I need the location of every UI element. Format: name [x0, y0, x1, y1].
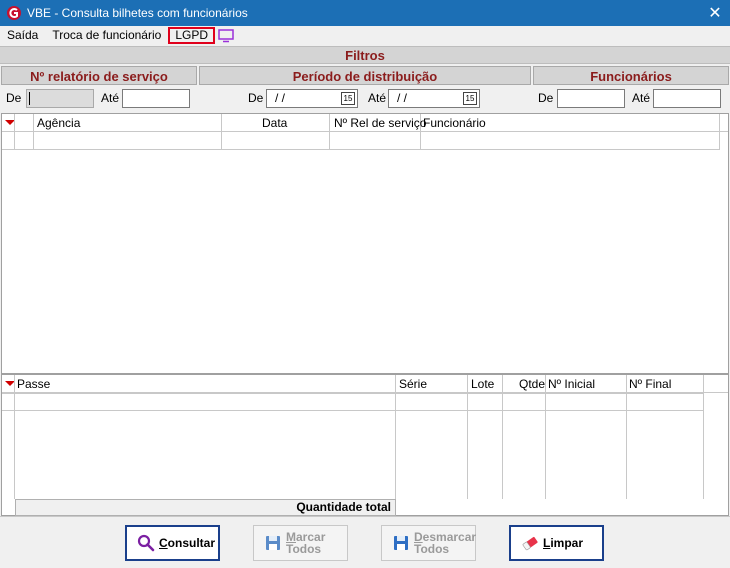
- menu-item-saida[interactable]: Saída: [0, 27, 45, 44]
- grid-indicator-column: [2, 114, 15, 149]
- calendar-icon[interactable]: 15: [341, 92, 355, 105]
- search-icon: [137, 534, 155, 552]
- menu-item-troca-funcionario[interactable]: Troca de funcionário: [45, 27, 168, 44]
- menu-item-lgpd[interactable]: LGPD: [168, 27, 215, 44]
- periodo-de-date-input[interactable]: / / 15: [266, 89, 358, 108]
- total-quantity-label: Quantidade total: [15, 499, 396, 516]
- close-button[interactable]: ✕: [700, 0, 730, 26]
- group-title-periodo: Período de distribuição: [199, 66, 531, 85]
- relatorio-de-input[interactable]: [26, 89, 94, 108]
- relatorio-ate-label: Até: [101, 91, 120, 105]
- periodo-de-label: De: [248, 91, 264, 105]
- funcionarios-ate-input[interactable]: [653, 89, 721, 108]
- monitor-icon[interactable]: [218, 28, 234, 43]
- filters-header: Filtros: [0, 46, 730, 64]
- footer-separator: [0, 516, 730, 517]
- column-nrel-servico[interactable]: Nº Rel de serviço: [330, 114, 426, 149]
- save-icon: [394, 536, 408, 550]
- limpar-button[interactable]: Limpar: [509, 525, 604, 561]
- column-funcionario[interactable]: Funcionário: [421, 114, 720, 149]
- grid-relatorios[interactable]: Agência Data Nº Rel de serviço Funcionár…: [1, 113, 729, 374]
- grid-check-column: [15, 114, 34, 149]
- close-icon: ✕: [708, 5, 722, 22]
- funcionarios-de-input[interactable]: [557, 89, 625, 108]
- funcionarios-de-label: De: [538, 91, 554, 105]
- window-title: VBE - Consulta bilhetes com funcionários: [27, 6, 248, 20]
- grid-row-line: [2, 149, 720, 150]
- group-title-funcionarios: Funcionários: [533, 66, 729, 85]
- calendar-icon[interactable]: 15: [463, 92, 477, 105]
- marcar-todos-button[interactable]: Marcar Todos: [253, 525, 348, 561]
- title-bar: VBE - Consulta bilhetes com funcionários…: [0, 0, 730, 26]
- app-logo-icon: [7, 6, 21, 20]
- column-data[interactable]: Data: [222, 114, 330, 149]
- grid-row-line: [2, 410, 704, 411]
- periodo-ate-label: Até: [368, 91, 387, 105]
- text-caret: [29, 92, 30, 105]
- eraser-icon: [522, 536, 538, 551]
- grid-row-line: [2, 393, 704, 394]
- grid-passes[interactable]: Passe Série Lote Qtde Nº Inicial Nº Fina…: [1, 374, 729, 516]
- desmarcar-todos-button[interactable]: Desmarcar Todos: [381, 525, 476, 561]
- relatorio-ate-input[interactable]: [122, 89, 190, 108]
- funcionarios-ate-label: Até: [632, 91, 651, 105]
- group-title-relatorio: Nº relatório de serviço: [1, 66, 197, 85]
- menu-bar: Saída Troca de funcionário LGPD: [0, 26, 730, 45]
- column-agencia[interactable]: Agência: [34, 114, 222, 149]
- periodo-ate-date-input[interactable]: / / 15: [388, 89, 480, 108]
- relatorio-de-label: De: [6, 91, 22, 105]
- consultar-button[interactable]: Consultar: [125, 525, 220, 561]
- save-icon: [266, 536, 280, 550]
